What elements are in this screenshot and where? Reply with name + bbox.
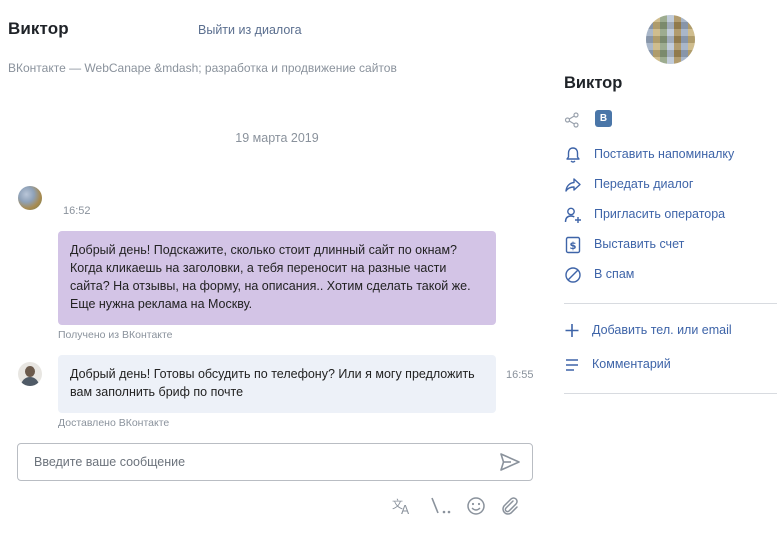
divider	[564, 393, 777, 394]
emoji-button[interactable]	[466, 496, 488, 516]
send-icon	[500, 453, 520, 471]
chat-header: Виктор Выйти из диалога	[8, 18, 528, 48]
comment-lines-icon	[566, 359, 578, 371]
action-label: Поставить напоминалку	[594, 147, 735, 161]
invoice-dollar-icon: $	[565, 236, 581, 254]
forward-arrow-icon	[565, 178, 581, 192]
contact-name: Виктор	[8, 19, 69, 38]
attach-button[interactable]	[500, 496, 522, 516]
client-avatar	[18, 186, 42, 210]
sidebar-contact-name: Виктор	[564, 74, 623, 92]
incoming-message-bubble: Добрый день! Подскажите, сколько стоит д…	[58, 231, 496, 325]
translate-button[interactable]: 文 A	[392, 496, 414, 517]
action-label: Передать диалог	[594, 177, 694, 191]
plus-icon	[565, 324, 579, 337]
operator-avatar	[18, 362, 42, 386]
block-icon	[565, 267, 581, 283]
message-status: Получено из ВКонтакте	[58, 329, 173, 341]
contact-avatar	[646, 15, 695, 64]
action-label: Выставить счет	[594, 237, 685, 251]
date-separator: 19 марта 2019	[235, 131, 319, 145]
translate-icon: 文 A	[392, 497, 410, 517]
message-composer	[17, 443, 533, 481]
divider	[564, 303, 777, 304]
message-time: 16:55	[506, 369, 534, 381]
add-user-icon	[564, 207, 581, 223]
action-label: Комментарий	[592, 357, 671, 371]
action-label: Пригласить оператора	[594, 207, 726, 221]
emoji-icon	[467, 497, 485, 515]
paperclip-icon	[502, 497, 518, 515]
exit-dialog-link[interactable]: Выйти из диалога	[198, 23, 302, 37]
channel-subtitle: ВКонтакте — WebCanape &mdash; разработка…	[8, 61, 397, 75]
message-time: 16:52	[63, 205, 91, 217]
svg-text:$: $	[570, 241, 577, 252]
message-input[interactable]	[32, 452, 472, 472]
vk-profile-link[interactable]: В	[595, 110, 612, 127]
templates-icon	[431, 497, 451, 514]
message-status: Доставлено ВКонтакте	[58, 417, 170, 429]
svg-text:A: A	[401, 503, 410, 516]
templates-button[interactable]	[430, 496, 454, 516]
send-button[interactable]	[500, 453, 520, 471]
share-icon[interactable]	[564, 112, 580, 128]
outgoing-message-bubble: Добрый день! Готовы обсудить по телефону…	[58, 355, 496, 413]
bell-icon	[566, 147, 580, 163]
chat-page: Виктор Выйти из диалога ВКонтакте — WebC…	[0, 0, 783, 541]
action-label: Добавить тел. или email	[592, 323, 732, 337]
action-label: В спам	[594, 267, 635, 281]
